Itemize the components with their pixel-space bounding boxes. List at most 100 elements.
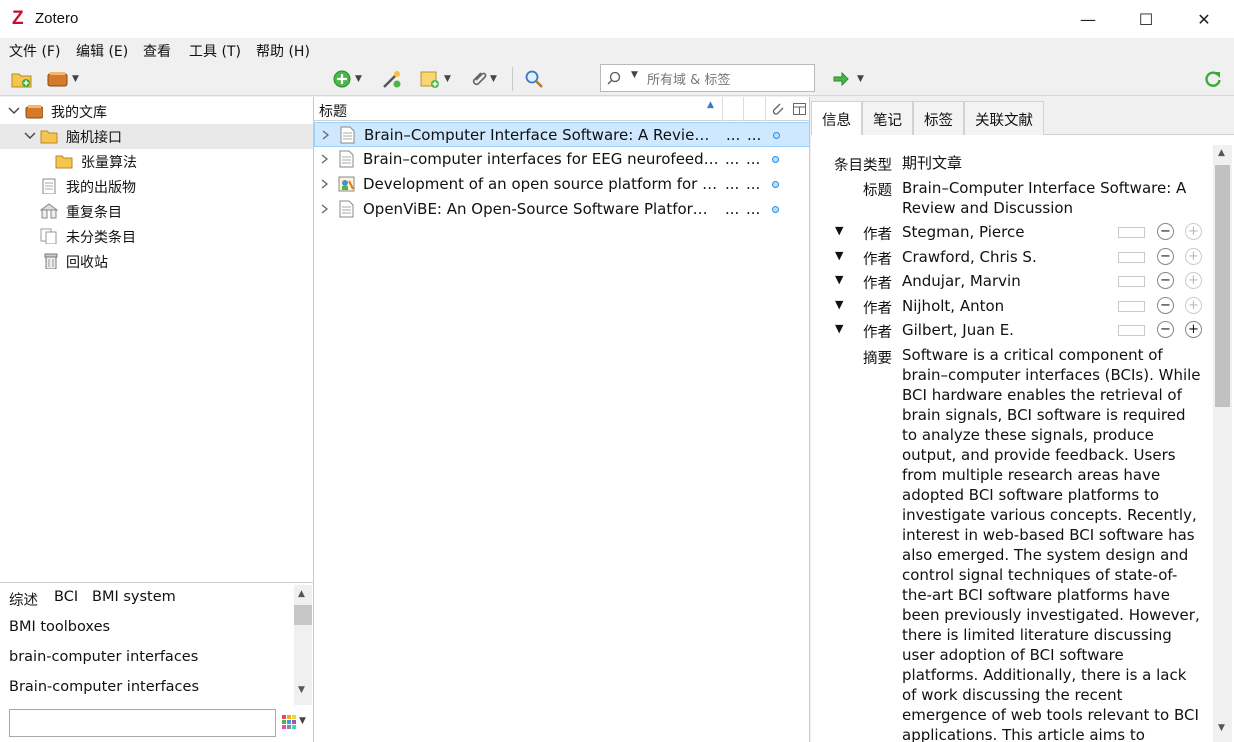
item-pane-scroll-thumb[interactable] xyxy=(1215,165,1230,407)
tab-info[interactable]: 信息 xyxy=(811,101,862,135)
attachment-dot-icon[interactable] xyxy=(772,181,779,188)
close-window-button[interactable]: ✕ xyxy=(1175,0,1233,38)
column-divider[interactable] xyxy=(743,97,744,121)
author-label[interactable]: 作者 xyxy=(863,223,892,244)
chevron-right-icon[interactable] xyxy=(321,204,329,214)
creator-type-dropdown-icon[interactable]: ▼ xyxy=(835,273,843,286)
tag-item[interactable]: brain-computer interfaces xyxy=(9,649,198,665)
creator-type-dropdown-icon[interactable]: ▼ xyxy=(835,298,843,311)
add-author-icon[interactable]: + xyxy=(1185,248,1202,265)
remove-author-icon[interactable]: − xyxy=(1157,272,1174,289)
item-row[interactable]: Development of an open source platform f… xyxy=(314,172,810,197)
swap-name-button[interactable] xyxy=(1118,276,1145,287)
tag-item[interactable]: 综述 xyxy=(9,589,38,610)
column-title[interactable]: 标题 xyxy=(319,101,347,121)
menu-edit[interactable]: 编辑 (E) xyxy=(76,41,128,61)
creator-type-dropdown-icon[interactable]: ▼ xyxy=(835,322,843,335)
add-author-icon[interactable]: + xyxy=(1185,223,1202,240)
tag-filter-input[interactable] xyxy=(9,709,276,737)
tag-scroll-thumb[interactable] xyxy=(294,605,312,625)
minimize-button[interactable]: — xyxy=(1059,0,1117,38)
attachment-dot-icon[interactable] xyxy=(772,206,779,213)
creator-type-dropdown-icon[interactable]: ▼ xyxy=(835,249,843,262)
attachment-dot-icon[interactable] xyxy=(772,156,779,163)
advanced-search-button[interactable] xyxy=(524,68,544,90)
chevron-right-icon[interactable] xyxy=(322,130,330,140)
tree-item-trash[interactable]: 回收站 xyxy=(0,249,313,274)
maximize-button[interactable]: ☐ xyxy=(1117,0,1175,38)
remove-author-icon[interactable]: − xyxy=(1157,321,1174,338)
tag-scrollbar[interactable]: ▲ ▼ xyxy=(294,585,312,705)
item-column-value: ... xyxy=(746,200,761,218)
scroll-up-icon[interactable]: ▲ xyxy=(298,589,305,599)
tab-notes[interactable]: 笔记 xyxy=(862,101,913,135)
author-label[interactable]: 作者 xyxy=(863,248,892,269)
chevron-down-icon[interactable] xyxy=(24,130,36,142)
author-label[interactable]: 作者 xyxy=(863,272,892,293)
new-collection-button[interactable] xyxy=(11,68,33,90)
tree-item-publications[interactable]: 我的出版物 xyxy=(0,174,313,199)
item-row[interactable]: Brain–Computer Interface Software: A Rev… xyxy=(314,122,810,147)
search-input[interactable]: ▼ 所有域 & 标签 xyxy=(600,64,815,92)
item-row[interactable]: OpenViBE: An Open-Source Software Platfo… xyxy=(314,197,810,222)
sync-button[interactable] xyxy=(1204,68,1222,90)
tree-item-my-library[interactable]: 我的文库 xyxy=(0,99,313,124)
tree-item-unfiled[interactable]: 未分类条目 xyxy=(0,224,313,249)
new-item-button[interactable]: ▼ xyxy=(332,68,362,90)
chevron-right-icon[interactable] xyxy=(321,179,329,189)
swap-name-button[interactable] xyxy=(1118,325,1145,336)
attachment-column-icon[interactable] xyxy=(770,101,784,117)
add-author-icon[interactable]: + xyxy=(1185,272,1202,289)
tag-item[interactable]: BMI system xyxy=(92,589,176,605)
creator-type-dropdown-icon[interactable]: ▼ xyxy=(835,224,843,237)
tag-item[interactable]: BCI xyxy=(54,589,78,605)
tag-item[interactable]: BMI toolboxes xyxy=(9,619,110,635)
scroll-down-icon[interactable]: ▼ xyxy=(1218,723,1225,733)
menu-help[interactable]: 帮助 (H) xyxy=(256,41,310,61)
column-picker-icon[interactable] xyxy=(793,103,806,115)
remove-author-icon[interactable]: − xyxy=(1157,248,1174,265)
item-row[interactable]: Brain–computer interfaces for EEG neurof… xyxy=(314,147,810,172)
tab-tags[interactable]: 标签 xyxy=(913,101,964,135)
author-label[interactable]: 作者 xyxy=(863,321,892,342)
item-pane-scrollbar[interactable]: ▲ ▼ xyxy=(1213,145,1232,742)
column-divider[interactable] xyxy=(765,97,766,121)
scroll-up-icon[interactable]: ▲ xyxy=(1218,148,1225,158)
menu-file[interactable]: 文件 (F) xyxy=(9,41,60,61)
tag-actions-button[interactable]: ▼ xyxy=(282,715,306,733)
new-library-button[interactable]: ▼ xyxy=(47,68,79,90)
menu-tools[interactable]: 工具 (T) xyxy=(189,41,241,61)
add-attachment-button[interactable]: ▼ xyxy=(469,68,497,90)
locate-button[interactable]: ▼ xyxy=(833,68,864,90)
add-by-identifier-button[interactable] xyxy=(381,68,403,90)
remove-author-icon[interactable]: − xyxy=(1157,297,1174,314)
tree-item-label: 脑机接口 xyxy=(66,130,122,146)
chevron-right-icon[interactable] xyxy=(321,154,329,164)
menu-view[interactable]: 查看 xyxy=(143,41,171,61)
tab-related[interactable]: 关联文献 xyxy=(964,101,1044,135)
chevron-down-icon[interactable] xyxy=(8,105,20,117)
abstract-value[interactable]: Software is a critical component of brai… xyxy=(902,345,1204,742)
tree-item-bci[interactable]: 脑机接口 xyxy=(0,124,313,149)
tree-item-duplicates[interactable]: 重复条目 xyxy=(0,199,313,224)
add-author-icon[interactable]: + xyxy=(1185,297,1202,314)
tag-item[interactable]: Brain-computer interfaces xyxy=(9,679,199,695)
swap-name-button[interactable] xyxy=(1118,252,1145,263)
search-mode-caret-icon[interactable]: ▼ xyxy=(631,70,638,80)
tree-item-label: 未分类条目 xyxy=(66,230,136,246)
add-icon xyxy=(333,70,351,88)
paperclip-icon xyxy=(472,72,487,86)
add-author-icon[interactable]: + xyxy=(1185,321,1202,338)
new-note-button[interactable]: ▼ xyxy=(419,68,451,90)
attachment-dot-icon[interactable] xyxy=(773,132,780,139)
author-label[interactable]: 作者 xyxy=(863,297,892,318)
remove-author-icon[interactable]: − xyxy=(1157,223,1174,240)
swap-name-button[interactable] xyxy=(1118,301,1145,312)
title-value[interactable]: Brain–Computer Interface Software: A Rev… xyxy=(902,178,1192,218)
item-type-value[interactable]: 期刊文章 xyxy=(902,153,1204,173)
dropdown-caret-icon: ▼ xyxy=(72,74,79,84)
scroll-down-icon[interactable]: ▼ xyxy=(298,685,305,695)
tree-item-tensor[interactable]: 张量算法 xyxy=(0,149,313,174)
swap-name-button[interactable] xyxy=(1118,227,1145,238)
column-divider[interactable] xyxy=(722,97,723,121)
